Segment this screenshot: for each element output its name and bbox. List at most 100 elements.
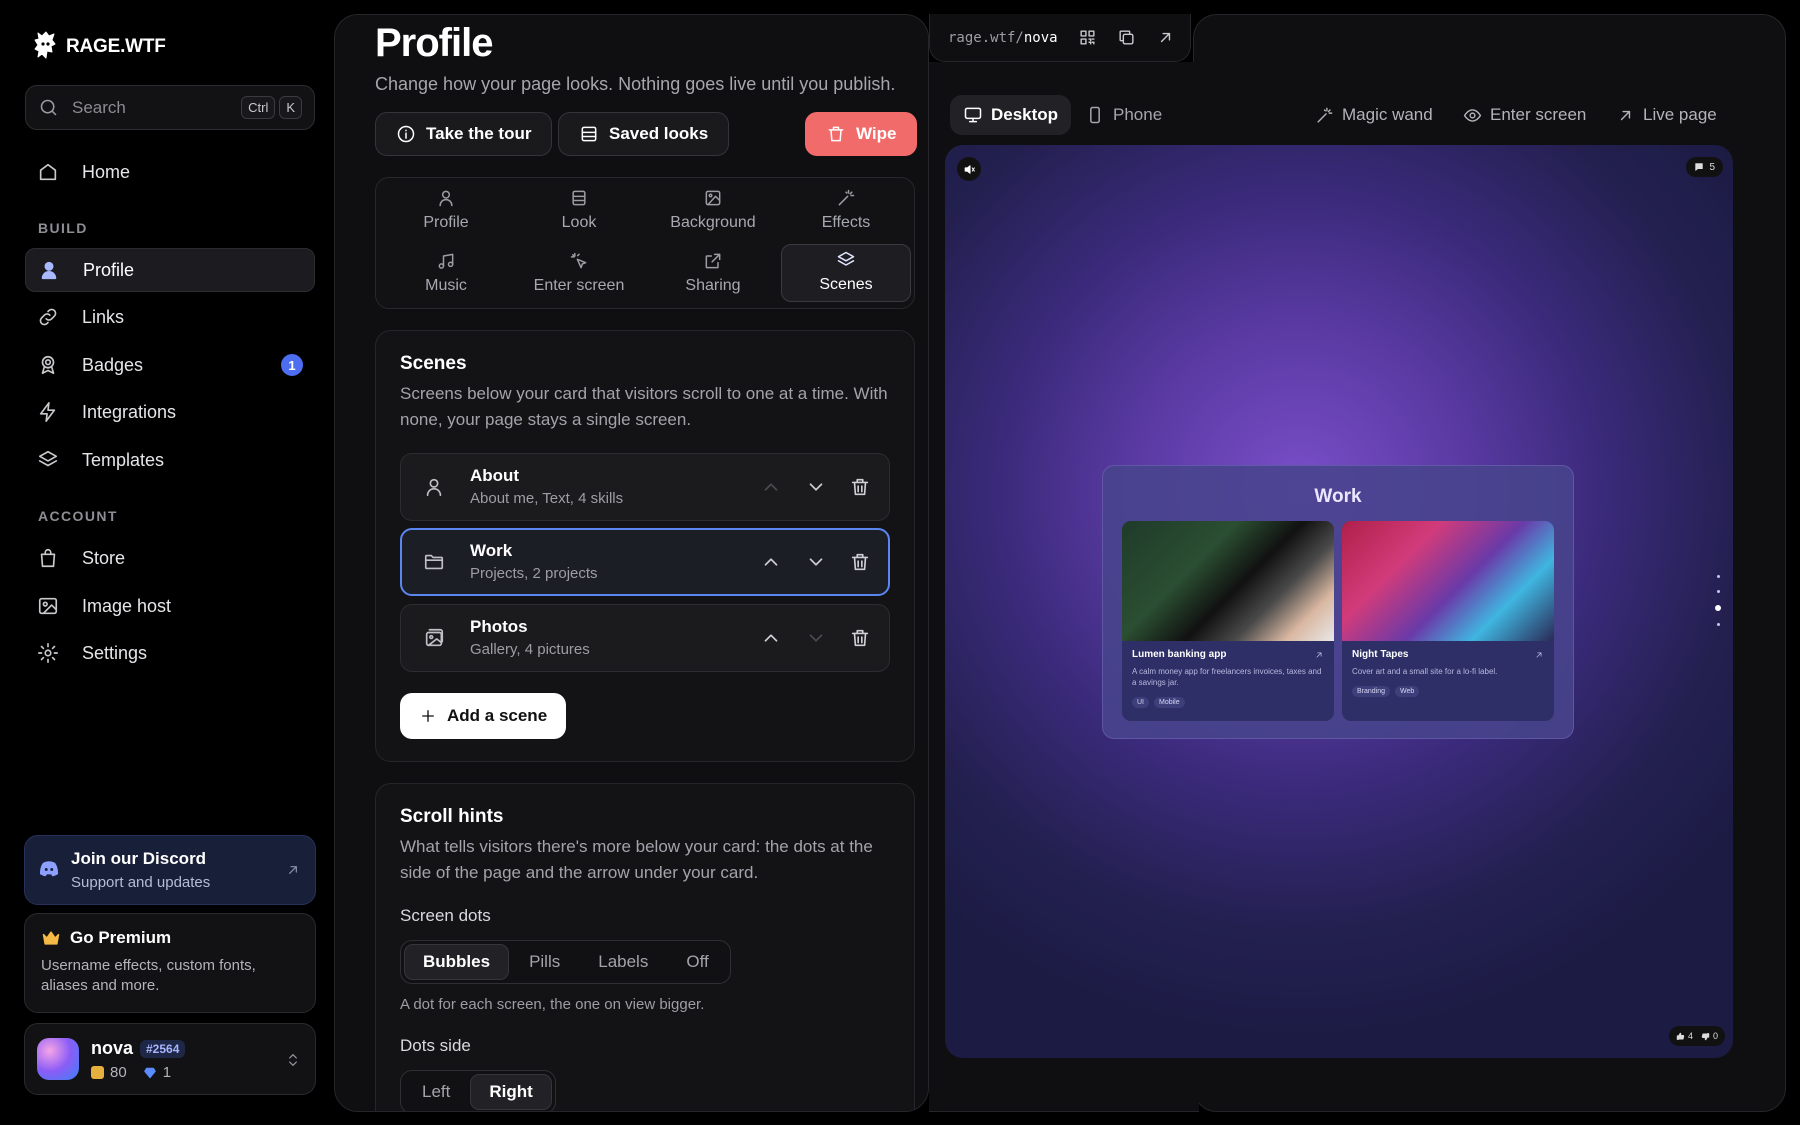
scene-item-work[interactable]: Work Projects, 2 projects [400,528,890,596]
archive-icon [579,124,599,144]
tab-music[interactable]: Music [381,244,511,302]
sidebar-item-links[interactable]: Links [25,295,315,339]
tab-enter-screen[interactable]: Enter screen [514,244,644,302]
trash-icon[interactable] [849,627,871,649]
trash-icon[interactable] [849,551,871,573]
chevron-up-icon[interactable] [760,627,782,649]
bag-icon [37,547,59,569]
chevron-down-icon[interactable] [805,627,827,649]
discord-title: Join our Discord [71,849,207,868]
take-tour-label: Take the tour [426,124,532,143]
project-tags: UI Mobile [1132,697,1185,708]
scenes-description: Screens below your card that visitors sc… [400,384,888,429]
take-tour-button[interactable]: Take the tour [375,112,553,156]
project-card[interactable]: Lumen banking app A calm money app for f… [1122,521,1334,721]
enter-screen-label: Enter screen [1490,105,1587,124]
sidebar-item-integrations[interactable]: Integrations [25,390,315,434]
scene-item-about[interactable]: About About me, Text, 4 skills [400,453,890,521]
enter-screen-button[interactable]: Enter screen [1463,95,1586,135]
dots-option-off[interactable]: Off [668,944,726,980]
live-page-button[interactable]: Live page [1616,95,1717,135]
tab-label: Look [561,214,597,231]
sidebar-item-label: Profile [83,259,135,280]
side-option-right[interactable]: Right [470,1074,552,1110]
magic-wand-button[interactable]: Magic wand [1315,95,1433,135]
project-title: Lumen banking app [1132,649,1227,660]
tab-label: Effects [821,214,871,231]
trash-icon[interactable] [849,476,871,498]
tab-look[interactable]: Look [514,181,644,239]
comments-badge[interactable]: 5 [1686,157,1723,177]
open-link-icon[interactable] [1156,28,1175,47]
layers-icon [37,449,59,471]
mute-button[interactable] [957,157,981,181]
preview-url-bar: rage.wtf/nova [929,14,1191,62]
copy-icon[interactable] [1117,28,1136,47]
scene-dot[interactable] [1716,575,1720,578]
chevron-up-icon[interactable] [760,476,782,498]
add-scene-label: Add a scene [447,706,548,725]
qr-code-icon[interactable] [1078,28,1097,47]
user-name: nova [91,1038,134,1058]
sidebar-item-profile[interactable]: Profile [25,248,315,292]
search-input[interactable]: Search Ctrl K [25,85,315,130]
user-stats: 80 1 [91,1064,171,1081]
preview-desktop-tab[interactable]: Desktop [950,95,1072,135]
sidebar-item-badges[interactable]: Badges 1 [25,343,315,387]
scene-dot-active[interactable] [1715,605,1721,611]
user-menu[interactable]: nova #2564 80 1 [24,1023,316,1095]
premium-card[interactable]: Go Premium Username effects, custom font… [24,913,316,1013]
chevron-up-icon[interactable] [760,551,782,573]
section-account: ACCOUNT [38,508,118,524]
tab-scenes[interactable]: Scenes [781,244,911,302]
magic-wand-label: Magic wand [1342,105,1433,124]
wipe-button[interactable]: Wipe [805,112,918,156]
discord-subtitle: Support and updates [71,874,211,891]
scene-item-photos[interactable]: Photos Gallery, 4 pictures [400,604,890,672]
project-description: A calm money app for freelancers invoice… [1132,667,1322,687]
dislike-button[interactable]: 0 [1701,1031,1718,1041]
premium-subtitle: Username effects, custom fonts, aliases … [41,957,256,994]
add-scene-button[interactable]: Add a scene [400,693,567,739]
home-icon [37,161,59,183]
chevron-down-icon[interactable] [805,551,827,573]
tab-background[interactable]: Background [648,181,778,239]
chevron-down-icon[interactable] [805,476,827,498]
sidebar-item-store[interactable]: Store [25,536,315,580]
gem-icon [143,1066,157,1080]
scene-dot[interactable] [1716,590,1720,593]
sidebar-item-settings[interactable]: Settings [25,631,315,675]
user-coins: 80 [110,1064,127,1081]
dots-option-pills[interactable]: Pills [511,944,578,980]
project-tag: UI [1132,697,1149,708]
side-option-left[interactable]: Left [404,1074,468,1110]
phone-label: Phone [1113,105,1163,124]
discord-card[interactable]: Join our Discord Support and updates [24,835,316,905]
tab-sharing[interactable]: Sharing [648,244,778,302]
project-tags: Branding Web [1352,686,1420,697]
preview-canvas[interactable]: 5 Work Lumen banking app A calm money ap… [945,145,1733,1058]
preview-url-prefix: rage.wtf/ [948,29,1024,46]
like-button[interactable]: 4 [1676,1031,1693,1041]
sidebar-item-home[interactable]: Home [25,150,315,194]
scene-dot[interactable] [1716,623,1720,626]
project-card[interactable]: Night Tapes Cover art and a small site f… [1342,521,1554,721]
preview-phone-tab[interactable]: Phone [1072,95,1175,135]
saved-looks-button[interactable]: Saved looks [558,112,730,156]
sidebar-item-templates[interactable]: Templates [25,438,315,482]
project-image [1342,521,1554,641]
user-icon [423,476,445,498]
dots-option-labels[interactable]: Labels [580,944,666,980]
wipe-label: Wipe [856,124,897,143]
tab-effects[interactable]: Effects [781,181,911,239]
tab-label: Music [425,277,467,294]
work-scene-card: Work Lumen banking app A calm money app … [1102,465,1574,739]
dots-option-bubbles[interactable]: Bubbles [404,944,510,980]
gear-icon [37,642,59,664]
sidebar-item-image-host[interactable]: Image host [25,584,315,628]
image-icon [37,595,59,617]
badge-icon [37,354,59,376]
tab-profile[interactable]: Profile [381,181,511,239]
brand[interactable]: RAGE.WTF [32,30,166,64]
likes-count: 4 [1687,1031,1693,1041]
